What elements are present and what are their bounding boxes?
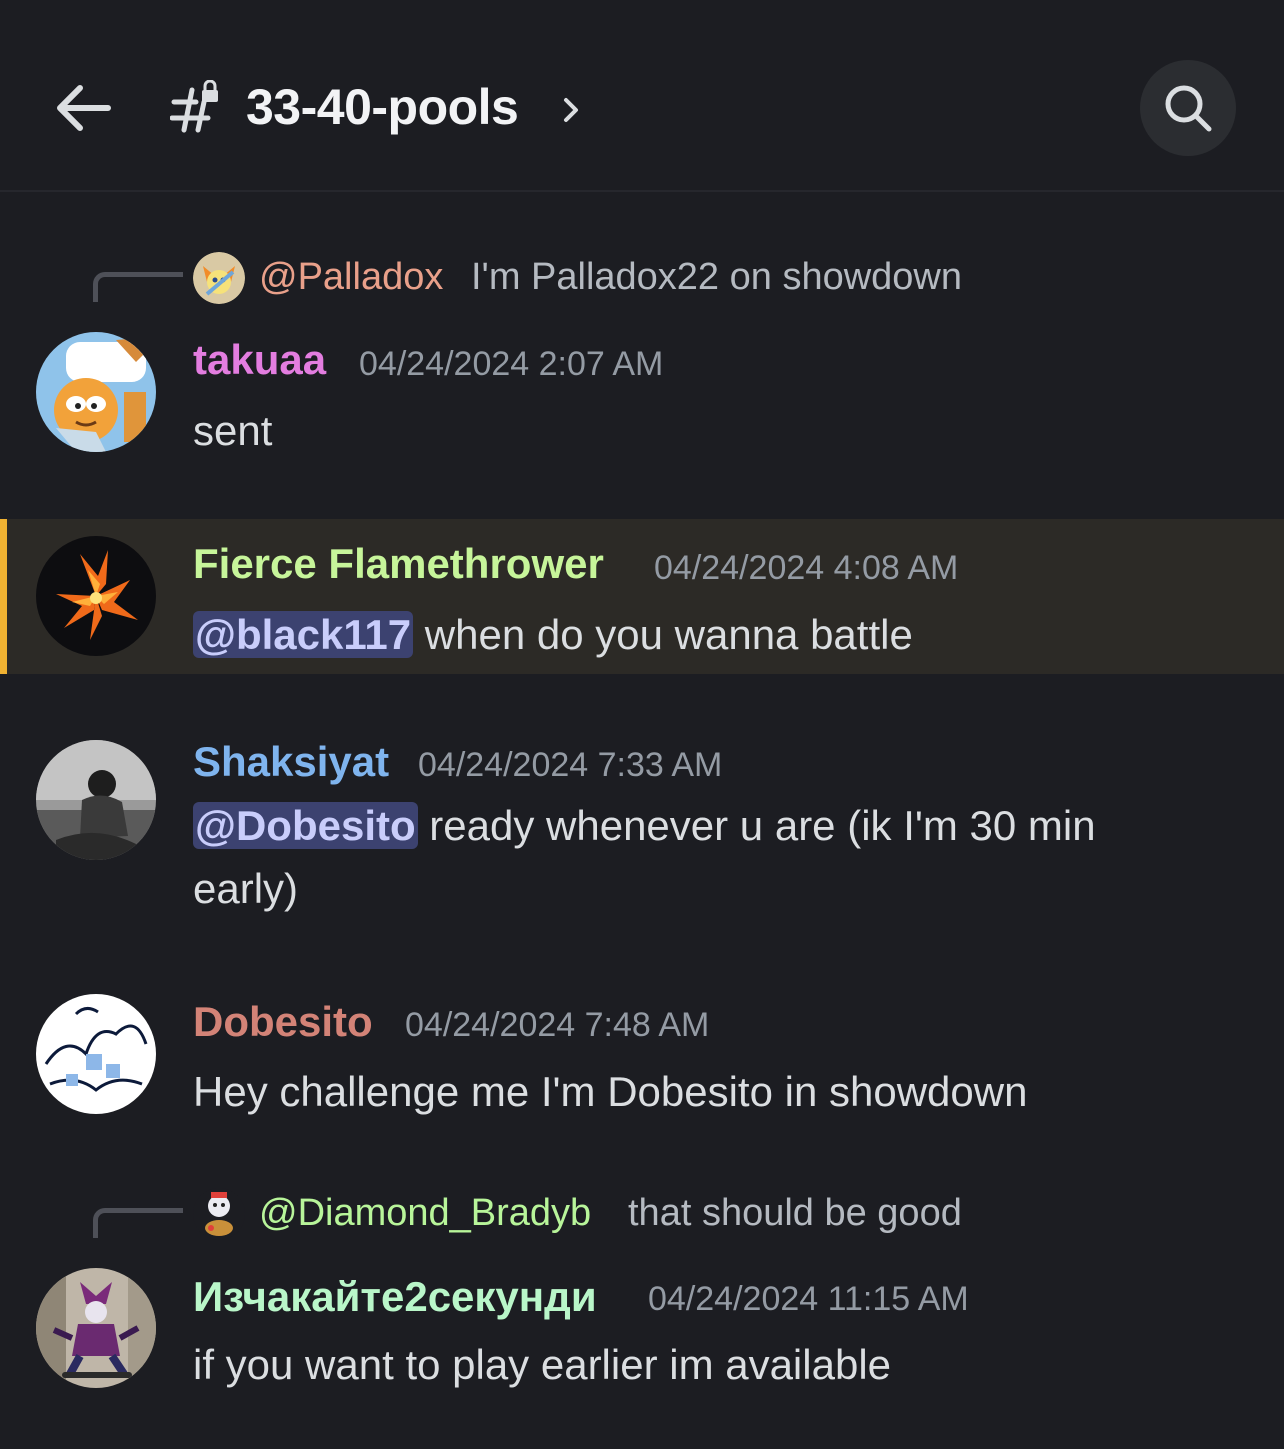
message-text: @Dobesito ready whenever u are (ik I'm 3… [193,795,1096,857]
reply-preview-text[interactable]: I'm Palladox22 on showdown [471,256,962,299]
message-timestamp: 04/24/2024 4:08 AM [654,549,959,587]
back-button[interactable] [52,78,116,138]
username[interactable]: Fierce Flamethrower [193,540,604,588]
message-text: sent [193,407,273,454]
user-mention[interactable]: @Dobesito [193,802,418,849]
reply-avatar[interactable] [193,252,245,304]
search-icon [1165,85,1212,132]
reply-mention[interactable]: @Palladox [259,256,443,299]
reply-connector [93,272,183,302]
message-text-continued: early) [193,865,299,912]
channel-name[interactable]: 33-40-pools [246,78,519,136]
username[interactable]: Dobesito [193,998,373,1046]
message-text-body: ready whenever u are (ik I'm 30 min [417,802,1096,849]
username[interactable]: Изчакайте2секунди [193,1273,597,1321]
back-arrow-icon [57,85,111,131]
message-text: Hey challenge me I'm Dobesito in showdow… [193,1068,1028,1115]
avatar[interactable] [36,740,156,860]
message-text: @black117 when do you wanna battle [193,604,913,666]
avatar[interactable] [36,536,156,656]
message-timestamp: 04/24/2024 11:15 AM [648,1280,969,1318]
chevron-right-icon[interactable] [560,92,584,128]
message-timestamp: 04/24/2024 7:33 AM [418,746,723,784]
search-button[interactable] [1140,60,1236,156]
channel-header: 33-40-pools [0,0,1284,192]
reply-avatar[interactable] [193,1188,245,1240]
message-timestamp: 04/24/2024 2:07 AM [359,345,664,383]
username[interactable]: Shaksiyat [193,738,389,786]
message-text-body: when do you wanna battle [413,611,913,658]
message-timestamp: 04/24/2024 7:48 AM [405,1006,710,1044]
avatar[interactable] [36,332,156,452]
reply-preview-text[interactable]: that should be good [628,1192,962,1235]
avatar[interactable] [36,994,156,1114]
reply-mention[interactable]: @Diamond_Bradyb [259,1192,591,1235]
username[interactable]: takuaa [193,336,326,384]
message-text: if you want to play earlier im available [193,1341,892,1388]
user-mention[interactable]: @black117 [193,611,414,658]
reply-connector [93,1208,183,1238]
avatar[interactable] [36,1268,156,1388]
channel-hash-icon [169,79,222,134]
